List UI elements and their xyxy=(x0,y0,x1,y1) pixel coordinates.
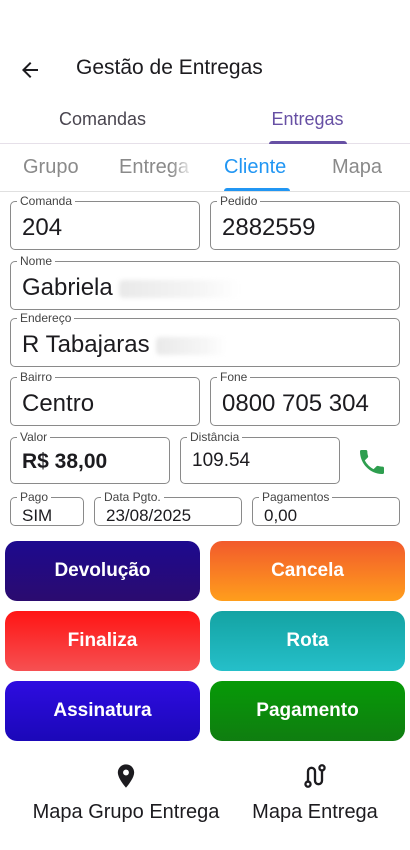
bairro-value: Centro xyxy=(22,390,95,417)
page-title: Gestão de Entregas xyxy=(76,56,263,79)
endereco-label: Endereço xyxy=(17,311,75,325)
map-pin-icon xyxy=(117,764,135,788)
nav-label: Mapa Entrega xyxy=(252,801,378,823)
tab-entregas[interactable]: Entregas xyxy=(205,100,410,144)
back-arrow-icon[interactable] xyxy=(18,58,42,82)
nome-field[interactable]: Nome Gabriela xyxy=(10,254,400,310)
distancia-field[interactable]: Distância 109.54 xyxy=(180,430,340,484)
endereco-value: R Tabajaras xyxy=(22,331,150,358)
devolucao-button[interactable]: Devolução xyxy=(5,541,200,601)
bairro-label: Bairro xyxy=(17,370,56,384)
comanda-value: 204 xyxy=(22,214,63,241)
app-bar: Gestão de Entregas xyxy=(0,46,410,92)
pedido-field[interactable]: Pedido 2882559 xyxy=(210,194,400,250)
finaliza-button[interactable]: Finaliza xyxy=(5,611,200,671)
endereco-value-wrap: R Tabajaras xyxy=(22,331,226,359)
pago-field[interactable]: Pago SIM xyxy=(10,490,84,526)
valor-value: R$ 38,00 xyxy=(22,450,108,473)
data-pgto-field[interactable]: Data Pgto. 23/08/2025 xyxy=(94,490,242,526)
bairro-field[interactable]: Bairro Centro xyxy=(10,370,200,426)
nome-value-wrap: Gabriela xyxy=(22,274,239,302)
valor-field[interactable]: Valor R$ 38,00 xyxy=(10,430,170,484)
valor-label: Valor xyxy=(17,430,51,444)
distancia-label: Distância xyxy=(187,430,243,444)
phone-icon[interactable] xyxy=(356,446,388,478)
data-pgto-value: 23/08/2025 xyxy=(106,506,192,525)
secondary-tab-indicator xyxy=(224,188,290,191)
nav-label: Mapa Grupo Entrega xyxy=(32,801,220,823)
comanda-label: Comanda xyxy=(17,194,76,208)
fone-label: Fone xyxy=(217,370,251,384)
nome-value: Gabriela xyxy=(22,274,113,301)
pagamentos-value: 0,00 xyxy=(264,506,298,525)
tab-indicator xyxy=(269,141,347,144)
nome-label: Nome xyxy=(17,254,56,268)
cancela-button[interactable]: Cancela xyxy=(210,541,405,601)
pagamentos-label: Pagamentos xyxy=(259,490,333,504)
nav-mapa-entrega[interactable]: Mapa Entrega xyxy=(240,760,390,830)
secondary-tab-bar: Grupo Entrega Cliente Mapa xyxy=(0,146,410,192)
endereco-field[interactable]: Endereço R Tabajaras xyxy=(10,311,400,367)
fone-field[interactable]: Fone 0800 705 304 xyxy=(210,370,400,426)
tab-mapa[interactable]: Mapa xyxy=(332,156,382,179)
comanda-field[interactable]: Comanda 204 xyxy=(10,194,200,250)
rota-button[interactable]: Rota xyxy=(210,611,405,671)
data-pgto-label: Data Pgto. xyxy=(101,490,164,504)
tab-cliente[interactable]: Cliente xyxy=(224,156,286,179)
pedido-label: Pedido xyxy=(217,194,261,208)
redacted-number xyxy=(155,336,226,355)
redacted-surname xyxy=(118,279,239,298)
assinatura-button[interactable]: Assinatura xyxy=(5,681,200,741)
pagamentos-field[interactable]: Pagamentos 0,00 xyxy=(252,490,400,526)
fone-value: 0800 705 304 xyxy=(222,390,369,417)
tab-comandas[interactable]: Comandas xyxy=(0,100,205,144)
distancia-value: 109.54 xyxy=(192,450,251,471)
tab-grupo[interactable]: Grupo xyxy=(23,156,79,179)
tab-fade-overlay xyxy=(172,154,194,184)
pedido-value: 2882559 xyxy=(222,214,316,241)
pago-label: Pago xyxy=(17,490,52,504)
primary-tab-bar: Comandas Entregas xyxy=(0,100,410,144)
pagamento-button[interactable]: Pagamento xyxy=(210,681,405,741)
pago-value: SIM xyxy=(22,506,53,525)
nav-mapa-grupo-entrega[interactable]: Mapa Grupo Entrega xyxy=(20,760,232,830)
route-icon xyxy=(304,764,326,788)
